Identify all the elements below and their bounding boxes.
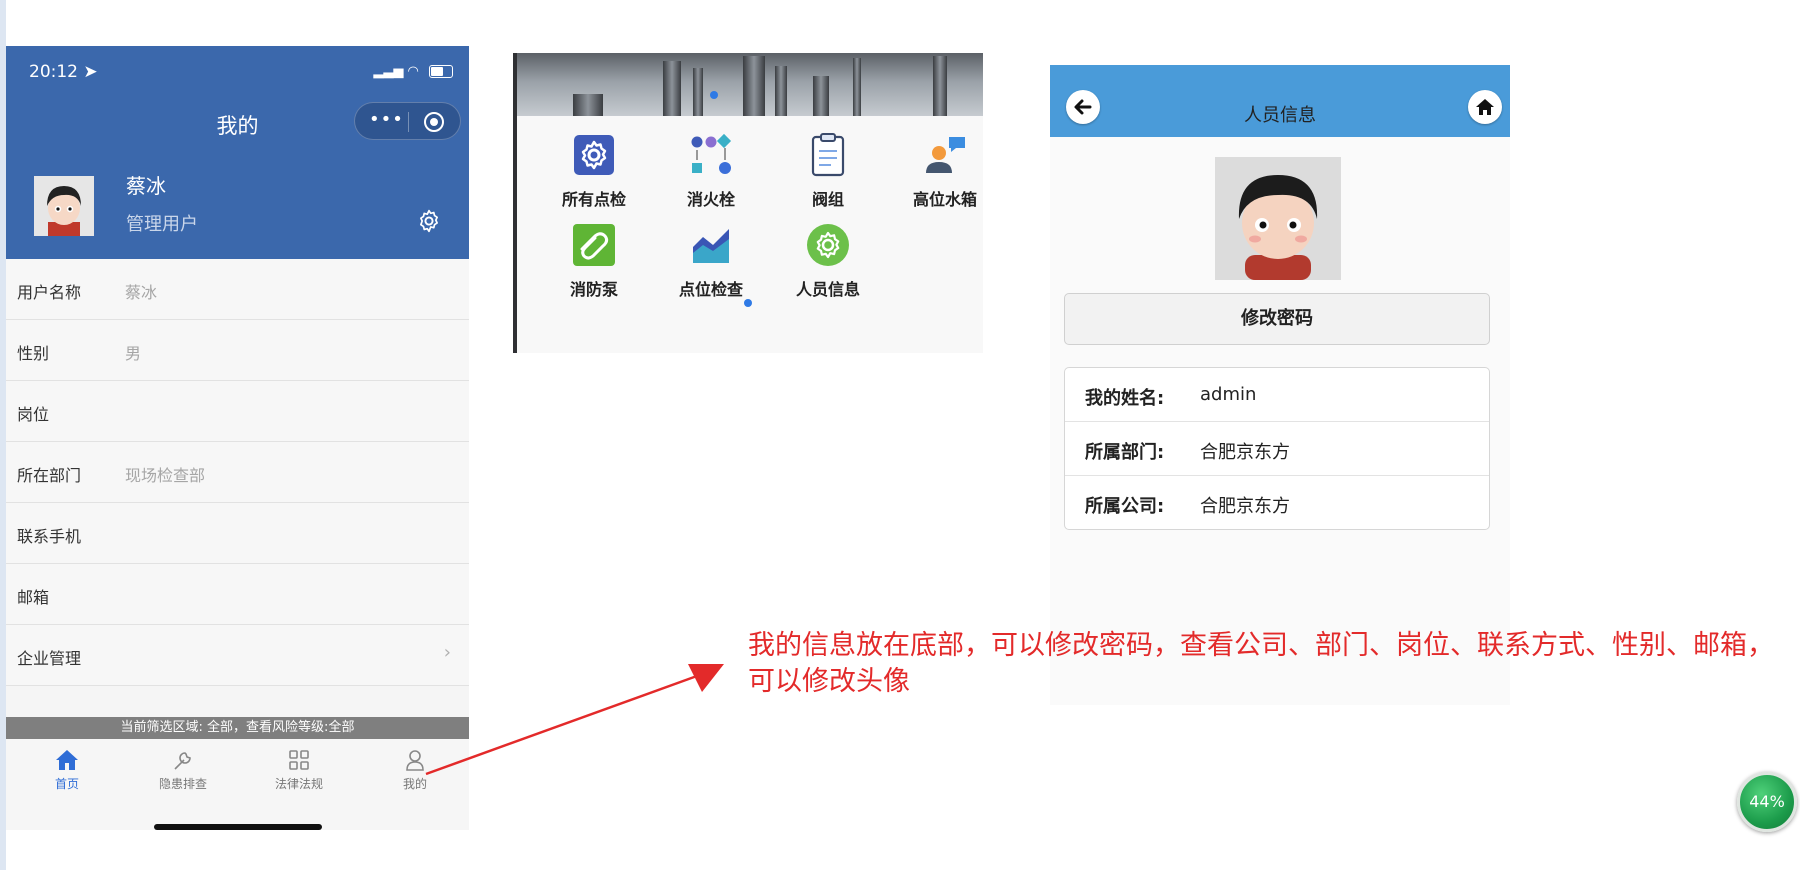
bottom-tab-bar: 首页 隐患排查 法律法规 我的 (6, 739, 469, 830)
capsule-divider (408, 112, 409, 132)
person-header: 人员信息 (1050, 65, 1510, 137)
tab-laws[interactable]: 法律法规 (259, 749, 339, 792)
info-row-gender[interactable]: 性别 男 (6, 320, 469, 381)
detail-key: 我的姓名: (1085, 388, 1165, 409)
status-time: 20:12 ➤ (29, 62, 98, 82)
large-avatar[interactable] (1215, 157, 1341, 280)
tab-label: 首页 (54, 777, 79, 791)
tab-label: 隐患排查 (158, 777, 207, 791)
settings-gear-icon[interactable] (416, 208, 442, 234)
info-value: 现场检查部 (125, 466, 206, 485)
tab-label: 法律法规 (274, 777, 323, 791)
info-label: 联系手机 (17, 527, 82, 546)
function-grid-panel: 所有点检 消火栓 阀组 高位水箱 消防泵 点位检查 人员信息 (513, 53, 983, 353)
tab-hazard-check[interactable]: 隐患排查 (143, 749, 223, 792)
home-icon (56, 750, 78, 770)
grid-item-all-checks[interactable]: 所有点检 (539, 133, 649, 210)
user-role: 管理用户 (126, 214, 198, 235)
detail-row-department: 所属部门: 合肥京东方 (1065, 422, 1489, 476)
grid-item-label: 消防泵 (569, 280, 618, 299)
wrench-icon (174, 752, 191, 770)
detail-value: 合肥京东方 (1200, 496, 1290, 517)
grid-item-high-tank[interactable]: 高位水箱 (890, 133, 983, 210)
info-row-position[interactable]: 岗位 (6, 381, 469, 442)
grid-item-label: 消火栓 (686, 190, 735, 209)
house-icon (1476, 99, 1494, 115)
tab-home[interactable]: 首页 (27, 749, 107, 792)
close-target-icon[interactable] (424, 112, 444, 132)
flow-nodes-icon (691, 133, 732, 174)
info-label: 邮箱 (17, 588, 50, 607)
detail-row-name: 我的姓名: admin (1065, 368, 1489, 422)
info-label: 用户名称 (17, 283, 82, 302)
annotation-note: 我的信息放在底部，可以修改密码，查看公司、部门、岗位、联系方式、性别、邮箱，可以… (748, 630, 1774, 697)
person-title: 人员信息 (1244, 105, 1316, 126)
pager-dot (744, 299, 752, 307)
grid-item-label: 人员信息 (795, 280, 860, 299)
grid-item-label: 阀组 (811, 190, 844, 209)
progress-badge[interactable]: 44% (1737, 772, 1797, 832)
clipboard-icon (811, 133, 845, 177)
signal-icon: ▂▃▅ (373, 64, 404, 79)
profile-header: 20:12 ➤ ▂▃▅ ◠ 我的 ••• 蔡冰 管理用户 (6, 46, 469, 259)
info-row-email[interactable]: 邮箱 (6, 564, 469, 625)
detail-value: admin (1200, 384, 1257, 405)
grid-item-label: 高位水箱 (912, 190, 977, 209)
avatar[interactable] (34, 176, 94, 236)
location-icon: ➤ (83, 62, 98, 82)
grid-item-label: 点位检查 (678, 280, 743, 299)
person-chat-icon (926, 137, 965, 173)
info-label: 所在部门 (17, 466, 82, 485)
grid-icon (289, 750, 309, 770)
detail-row-company: 所属公司: 合肥京东方 (1065, 476, 1489, 529)
home-button[interactable] (1468, 90, 1502, 124)
info-row-department[interactable]: 所在部门 现场检查部 (6, 442, 469, 503)
wifi-icon: ◠ (407, 64, 419, 79)
detail-value: 合肥京东方 (1200, 442, 1290, 463)
miniapp-capsule[interactable]: ••• (354, 102, 461, 140)
person-info-panel: 人员信息 修改密码 我的姓名: admin 所属部门: 合肥京东方 所属公司: … (1050, 65, 1510, 705)
info-row-phone[interactable]: 联系手机 (6, 503, 469, 564)
grid-item-valve-group[interactable]: 阀组 (773, 133, 883, 210)
status-icons: ▂▃▅ ◠ (373, 64, 453, 79)
grid-item-point-check[interactable]: 点位检查 (656, 223, 766, 300)
grid-item-fire-pump[interactable]: 消防泵 (539, 223, 649, 300)
profile-info-list: 用户名称 蔡冰 性别 男 岗位 所在部门 现场检查部 联系手机 邮箱 企业管理 … (6, 259, 469, 686)
info-row-username[interactable]: 用户名称 蔡冰 (6, 259, 469, 320)
gear-circle-icon (807, 224, 849, 266)
detail-key: 所属公司: (1085, 496, 1165, 517)
grid-item-personnel-info[interactable]: 人员信息 (773, 223, 883, 300)
pump-icon (573, 224, 615, 266)
grid-item-hydrant[interactable]: 消火栓 (656, 133, 766, 210)
factory-banner-image (513, 53, 983, 116)
change-password-button[interactable]: 修改密码 (1064, 293, 1490, 345)
carousel-dot (710, 91, 718, 99)
more-icon[interactable]: ••• (369, 109, 404, 130)
user-name: 蔡冰 (126, 174, 166, 198)
grid-item-label: 所有点检 (561, 190, 626, 209)
gear-square-icon (574, 135, 614, 175)
battery-icon (429, 65, 453, 78)
panel-left-border (513, 53, 517, 353)
filter-status-bar: 当前筛选区域: 全部，查看风险等级:全部 (6, 717, 469, 739)
phone-screen: 20:12 ➤ ▂▃▅ ◠ 我的 ••• 蔡冰 管理用户 用户名称 蔡冰 性别 … (6, 46, 469, 830)
info-label: 岗位 (17, 405, 50, 424)
info-label: 企业管理 (17, 649, 82, 668)
home-indicator (154, 824, 322, 830)
person-detail-table: 我的姓名: admin 所属部门: 合肥京东方 所属公司: 合肥京东方 (1064, 367, 1490, 530)
area-chart-icon (693, 229, 729, 263)
info-value: 男 (125, 344, 142, 363)
info-label: 性别 (17, 344, 50, 363)
detail-key: 所属部门: (1085, 442, 1165, 463)
info-row-enterprise[interactable]: 企业管理 › (6, 625, 469, 686)
annotation-arrow (425, 664, 724, 776)
info-value: 蔡冰 (125, 283, 158, 302)
